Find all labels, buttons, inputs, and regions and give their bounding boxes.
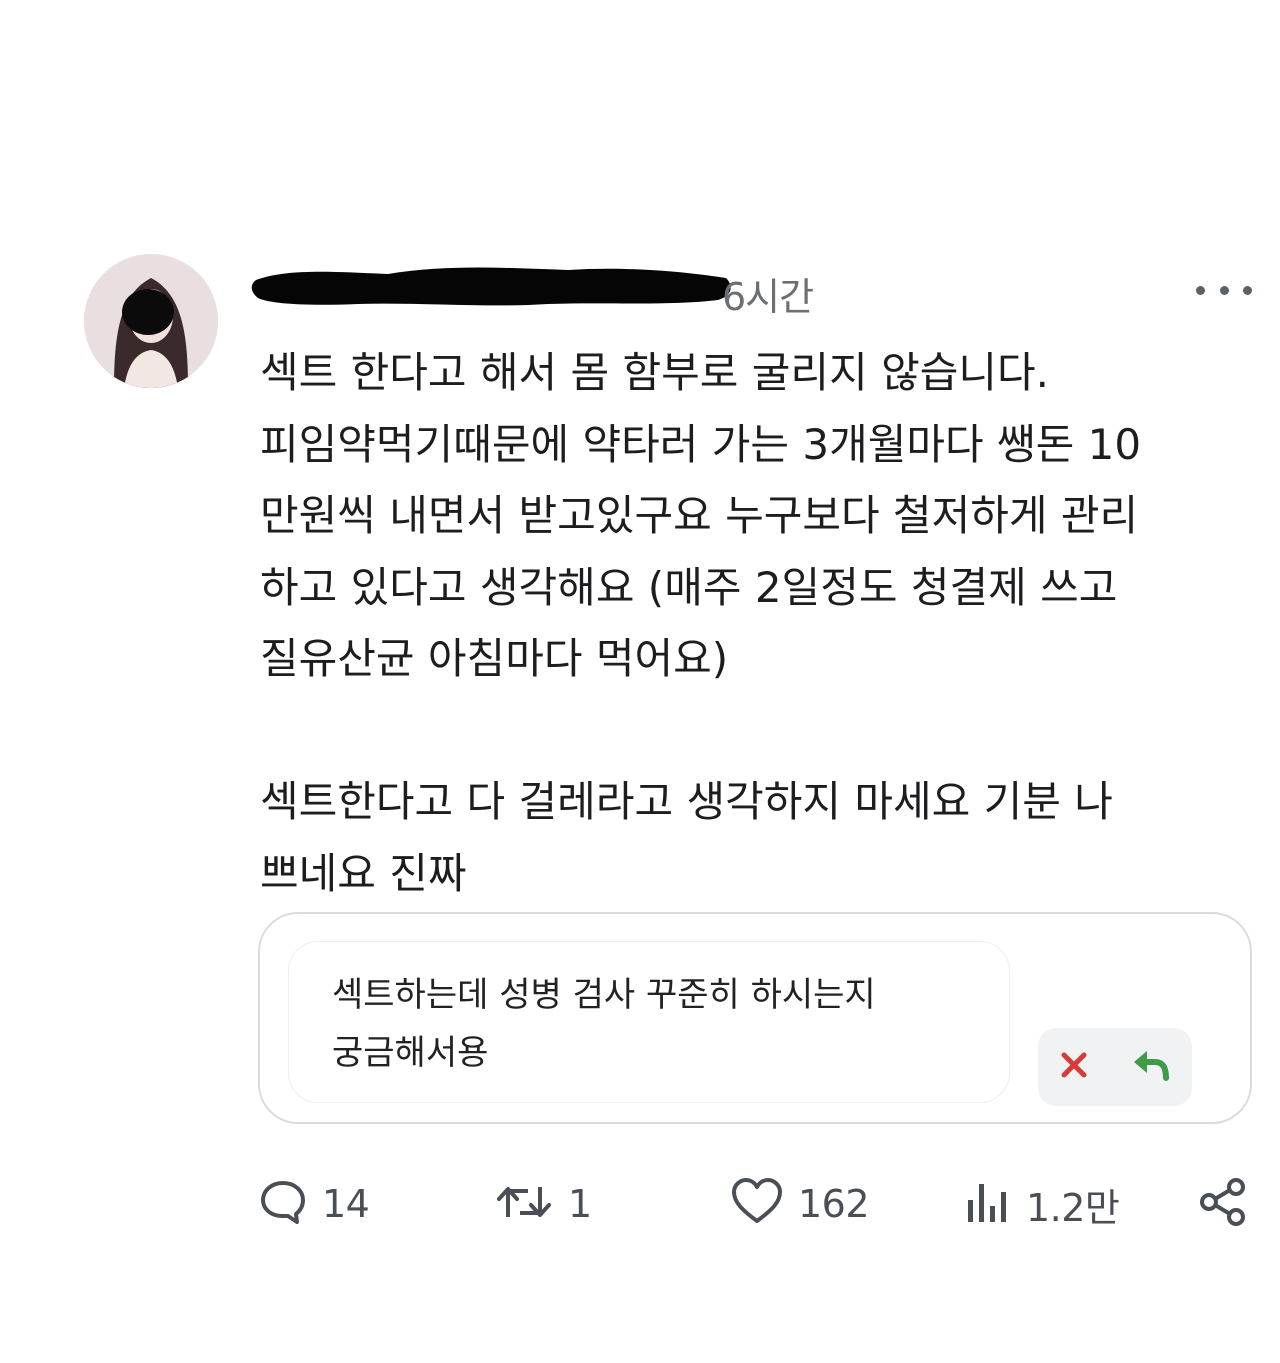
reply-count: 14	[322, 1182, 370, 1226]
like-button[interactable]: 162	[730, 1172, 870, 1236]
quoted-actions	[1038, 1028, 1192, 1106]
reply-arrow-icon[interactable]	[1131, 1048, 1171, 1086]
views-button[interactable]: 1.2만	[964, 1172, 1120, 1236]
quoted-message-text: 섹트하는데 성병 검사 꾸준히 하시는지 궁금해서용	[332, 966, 992, 1082]
more-dot	[1243, 285, 1252, 295]
action-bar: 14 1 162 1.2만	[258, 1172, 1258, 1236]
share-icon	[1196, 1175, 1250, 1233]
post-line: 만원씩 내면서 받고있구요 누구보다 철저하게 관리	[260, 491, 1139, 540]
post-line: 섹트 한다고 해서 몸 함부로 굴리지 않습니다.	[260, 348, 1049, 397]
avatar[interactable]	[84, 254, 218, 388]
speech-bubble-icon	[258, 1177, 308, 1231]
post-line: 하고 있다고 생각해요 (매주 2일정도 청결제 쓰고	[260, 562, 1118, 612]
more-options-button[interactable]	[1196, 272, 1252, 308]
bar-chart-icon	[964, 1178, 1012, 1230]
redacted-username	[251, 267, 731, 306]
avatar-image	[84, 254, 218, 388]
heart-icon	[730, 1177, 784, 1231]
views-count: 1.2만	[1026, 1185, 1120, 1230]
quoted-line: 섹트하는데 성병 검사 꾸준히 하시는지	[332, 975, 876, 1015]
retweet-icon	[494, 1179, 554, 1229]
retweet-count: 1	[568, 1182, 592, 1226]
reply-button[interactable]: 14	[258, 1172, 370, 1236]
timestamp: 6시간	[722, 275, 814, 319]
post-line: 쁘네요 진짜	[260, 848, 467, 898]
more-dot	[1219, 285, 1229, 295]
x-icon[interactable]	[1059, 1050, 1089, 1084]
post-line: 섹트한다고 다 걸레라고 생각하지 마세요 기분 나	[260, 777, 1113, 826]
post-body: 섹트 한다고 해서 몸 함부로 굴리지 않습니다. 피임약먹기때문에 약타러 가…	[260, 337, 1260, 909]
share-button[interactable]	[1196, 1172, 1250, 1236]
more-dot	[1196, 285, 1205, 295]
retweet-button[interactable]: 1	[494, 1172, 592, 1236]
like-count: 162	[798, 1182, 870, 1226]
post-line: 피임약먹기때문에 약타러 가는 3개월마다 쌩돈 10	[260, 419, 1142, 469]
quoted-line: 궁금해서용	[332, 1033, 489, 1073]
post-line: 질유산균 아침마다 먹어요)	[260, 634, 729, 683]
